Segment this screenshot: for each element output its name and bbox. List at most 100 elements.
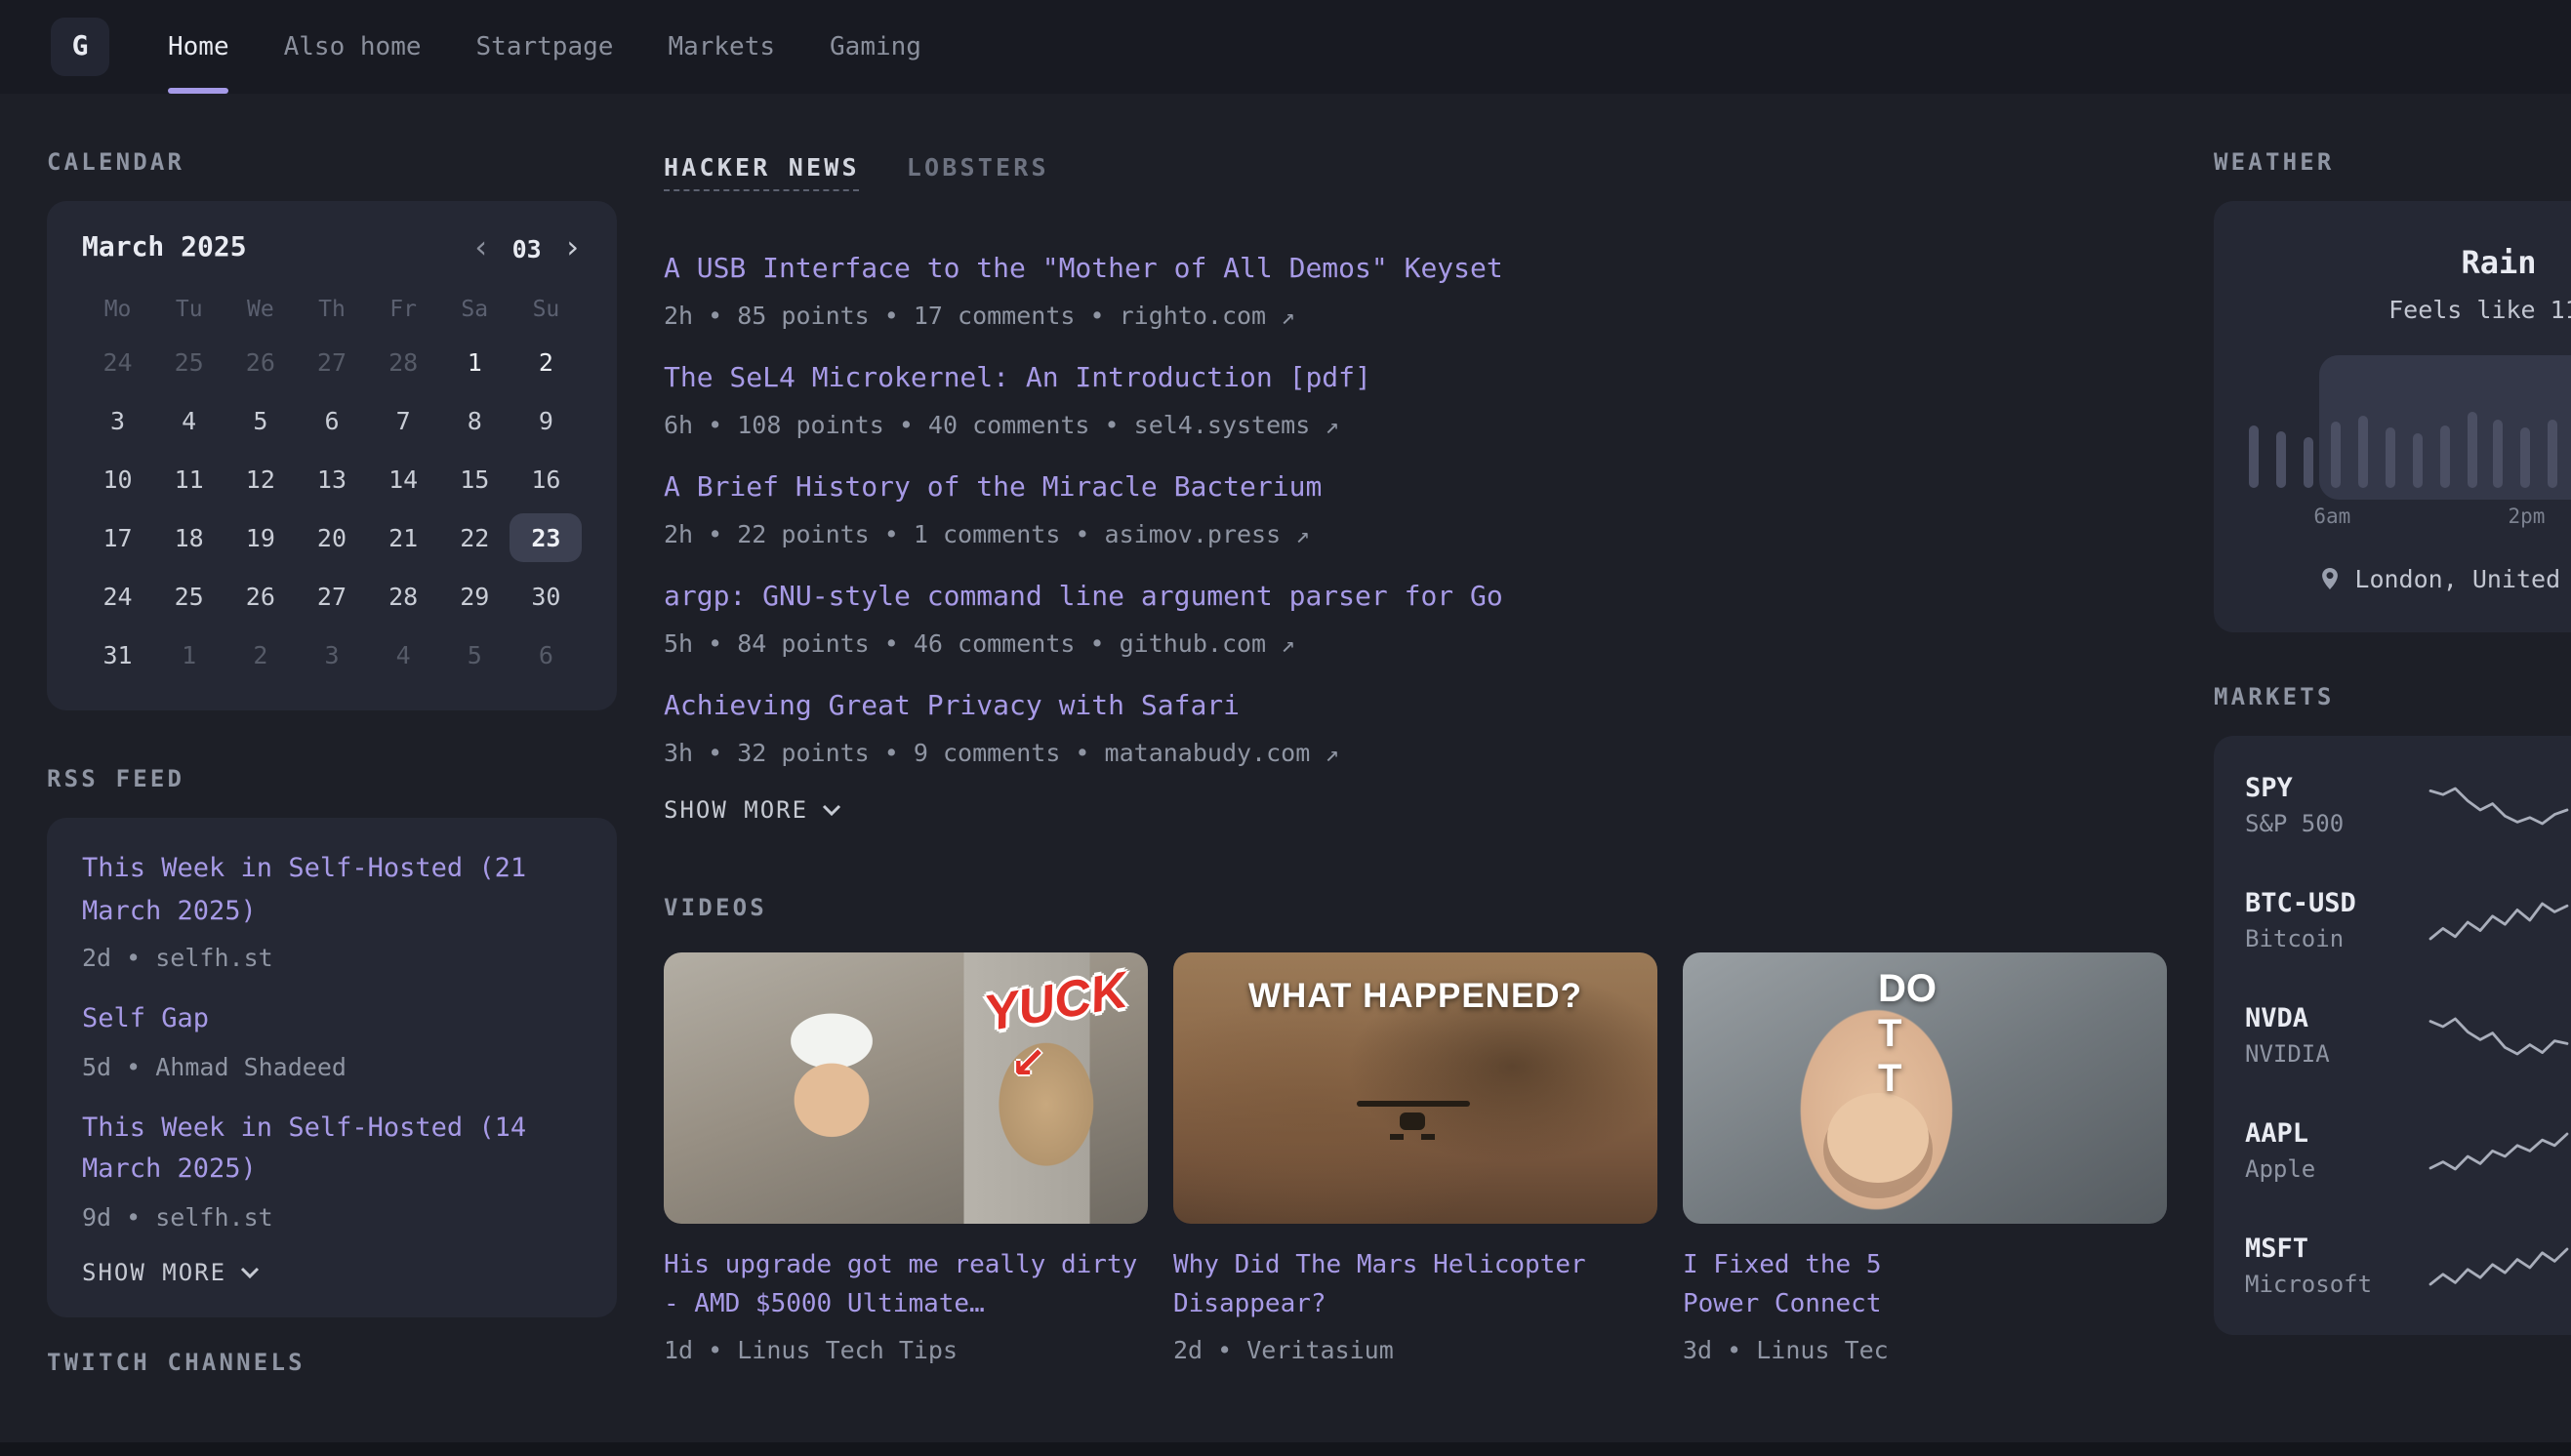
rss-item-title[interactable]: Self Gap: [82, 999, 582, 1041]
calendar-day[interactable]: 22: [439, 513, 510, 562]
calendar-day[interactable]: 5: [224, 396, 296, 445]
video-card: YUCK ↙ His upgrade got me really dirty -…: [664, 952, 1148, 1365]
rss-show-more-button[interactable]: SHOW MORE: [82, 1259, 582, 1286]
calendar-day[interactable]: 19: [224, 513, 296, 562]
calendar-day[interactable]: 27: [296, 338, 367, 386]
rss-item-title[interactable]: This Week in Self-Hosted (14 March 2025): [82, 1109, 582, 1193]
calendar-day[interactable]: 23: [510, 513, 582, 562]
calendar-controls: ‹ 03 ›: [471, 232, 582, 263]
calendar-day[interactable]: 14: [368, 455, 439, 504]
video-title[interactable]: Why Did The Mars Helicopter Disappear?: [1173, 1247, 1657, 1326]
calendar-day[interactable]: 26: [224, 338, 296, 386]
calendar-day[interactable]: 21: [368, 513, 439, 562]
calendar-day[interactable]: 6: [296, 396, 367, 445]
nav-tab[interactable]: Home: [168, 0, 229, 94]
video-meta: 1d • Linus Tech Tips: [664, 1336, 1148, 1365]
story-meta-text: 3h • 32 points • 9 comments • matanabudy…: [664, 738, 1310, 767]
calendar-day[interactable]: 12: [224, 455, 296, 504]
main-content: CALENDAR March 2025 ‹ 03 › MoTuWeThFrSaS…: [0, 94, 2571, 1376]
weekday-label: Su: [510, 295, 582, 322]
calendar-day[interactable]: 2: [224, 630, 296, 679]
calendar-day[interactable]: 4: [368, 630, 439, 679]
story-title[interactable]: The SeL4 Microkernel: An Introduction [p…: [664, 359, 2167, 400]
video-thumbnail[interactable]: DO T T: [1683, 952, 2167, 1224]
market-row[interactable]: AAPL Apple +1.95% $218.27: [2245, 1093, 2571, 1208]
calendar-day[interactable]: 10: [82, 455, 153, 504]
news-tab[interactable]: HACKER NEWS: [664, 152, 860, 191]
story-title[interactable]: A USB Interface to the "Mother of All De…: [664, 250, 2167, 291]
news-show-more-button[interactable]: SHOW MORE: [664, 796, 2167, 824]
calendar-day[interactable]: 17: [82, 513, 153, 562]
rss-section-title: RSS FEED: [47, 765, 617, 792]
location-pin-icon: [2319, 566, 2341, 591]
market-row[interactable]: BTC-USD Bitcoin +1.39% $84,999.29: [2245, 863, 2571, 978]
story-meta: 2h • 22 points • 1 comments • asimov.pre…: [664, 519, 2167, 548]
calendar-day[interactable]: 13: [296, 455, 367, 504]
app-logo[interactable]: G: [51, 18, 109, 76]
market-row[interactable]: SPY S&P 500 -0.27% $563.98: [2245, 748, 2571, 863]
video-title[interactable]: I Fixed the 5 Power Connect: [1683, 1247, 2167, 1326]
calendar-day[interactable]: 4: [153, 396, 224, 445]
left-column: CALENDAR March 2025 ‹ 03 › MoTuWeThFrSaS…: [47, 94, 617, 1376]
calendar-day[interactable]: 3: [82, 396, 153, 445]
weather-feels-like: Feels like 11°C: [2388, 295, 2571, 324]
market-symbol: BTC-USD: [2245, 888, 2427, 919]
nav-tab[interactable]: Gaming: [830, 0, 921, 94]
thumbnail-arrow-icon: ↙: [1010, 1038, 1046, 1089]
story-title[interactable]: Achieving Great Privacy with Safari: [664, 687, 2167, 728]
calendar-day[interactable]: 3: [296, 630, 367, 679]
market-symbol: SPY: [2245, 773, 2427, 804]
calendar-day[interactable]: 18: [153, 513, 224, 562]
center-column: HACKER NEWS LOBSTERS A USB Interface to …: [664, 94, 2167, 1376]
chevron-left-icon[interactable]: ‹: [471, 232, 490, 263]
calendar-day[interactable]: 6: [510, 630, 582, 679]
calendar-day[interactable]: 30: [510, 572, 582, 621]
calendar-day[interactable]: 24: [82, 338, 153, 386]
calendar-day[interactable]: 2: [510, 338, 582, 386]
calendar-day[interactable]: 7: [368, 396, 439, 445]
story-meta-text: 5h • 84 points • 46 comments • github.co…: [664, 628, 1266, 658]
calendar-day[interactable]: 9: [510, 396, 582, 445]
video-thumbnail[interactable]: YUCK ↙: [664, 952, 1148, 1224]
calendar-day[interactable]: 28: [368, 572, 439, 621]
right-column: WEATHER Rain Feels like 11°C 12° 6am2pm1…: [2214, 94, 2571, 1376]
story-meta: 3h • 32 points • 9 comments • matanabudy…: [664, 738, 2167, 767]
nav-tab[interactable]: Startpage: [476, 0, 614, 94]
rss-item-title[interactable]: This Week in Self-Hosted (21 March 2025): [82, 849, 582, 933]
calendar-day[interactable]: 28: [368, 338, 439, 386]
story-title[interactable]: A Brief History of the Miracle Bacterium: [664, 468, 2167, 509]
calendar-day[interactable]: 1: [439, 338, 510, 386]
calendar-day[interactable]: 26: [224, 572, 296, 621]
market-row[interactable]: MSFT Microsoft +1.14% $391.26: [2245, 1208, 2571, 1323]
calendar-day[interactable]: 24: [82, 572, 153, 621]
calendar-day[interactable]: 15: [439, 455, 510, 504]
calendar-day[interactable]: 8: [439, 396, 510, 445]
chevron-right-icon[interactable]: ›: [563, 232, 582, 263]
calendar-page-indicator: 03: [512, 233, 542, 263]
calendar-day-grid: 2425262728123456789101112131415161718192…: [82, 338, 582, 679]
story-meta: 6h • 108 points • 40 comments • sel4.sys…: [664, 410, 2167, 439]
thumbnail-overlay-text: DO T T: [1878, 968, 1937, 1103]
calendar-day[interactable]: 5: [439, 630, 510, 679]
story-meta-text: 2h • 85 points • 17 comments • righto.co…: [664, 301, 1266, 330]
calendar-day[interactable]: 16: [510, 455, 582, 504]
calendar-day[interactable]: 25: [153, 572, 224, 621]
calendar-day[interactable]: 20: [296, 513, 367, 562]
twitch-section-title: TWITCH CHANNELS: [47, 1349, 617, 1376]
calendar-day[interactable]: 1: [153, 630, 224, 679]
calendar-day[interactable]: 31: [82, 630, 153, 679]
video-title[interactable]: His upgrade got me really dirty - AMD $5…: [664, 1247, 1148, 1326]
nav-tab[interactable]: Markets: [668, 0, 775, 94]
video-thumbnail[interactable]: WHAT HAPPENED?: [1173, 952, 1657, 1224]
rss-widget: This Week in Self-Hosted (21 March 2025)…: [47, 818, 617, 1317]
calendar-day[interactable]: 25: [153, 338, 224, 386]
market-row[interactable]: NVDA NVIDIA -0.70% $117.70: [2245, 978, 2571, 1093]
calendar-day[interactable]: 29: [439, 572, 510, 621]
nav-tab[interactable]: Also home: [284, 0, 422, 94]
sparkline-chart: [2427, 780, 2571, 830]
external-link-icon: ↗: [1325, 740, 1338, 767]
calendar-day[interactable]: 27: [296, 572, 367, 621]
news-tab[interactable]: LOBSTERS: [907, 152, 1049, 182]
story-title[interactable]: argp: GNU-style command line argument pa…: [664, 578, 2167, 619]
calendar-day[interactable]: 11: [153, 455, 224, 504]
